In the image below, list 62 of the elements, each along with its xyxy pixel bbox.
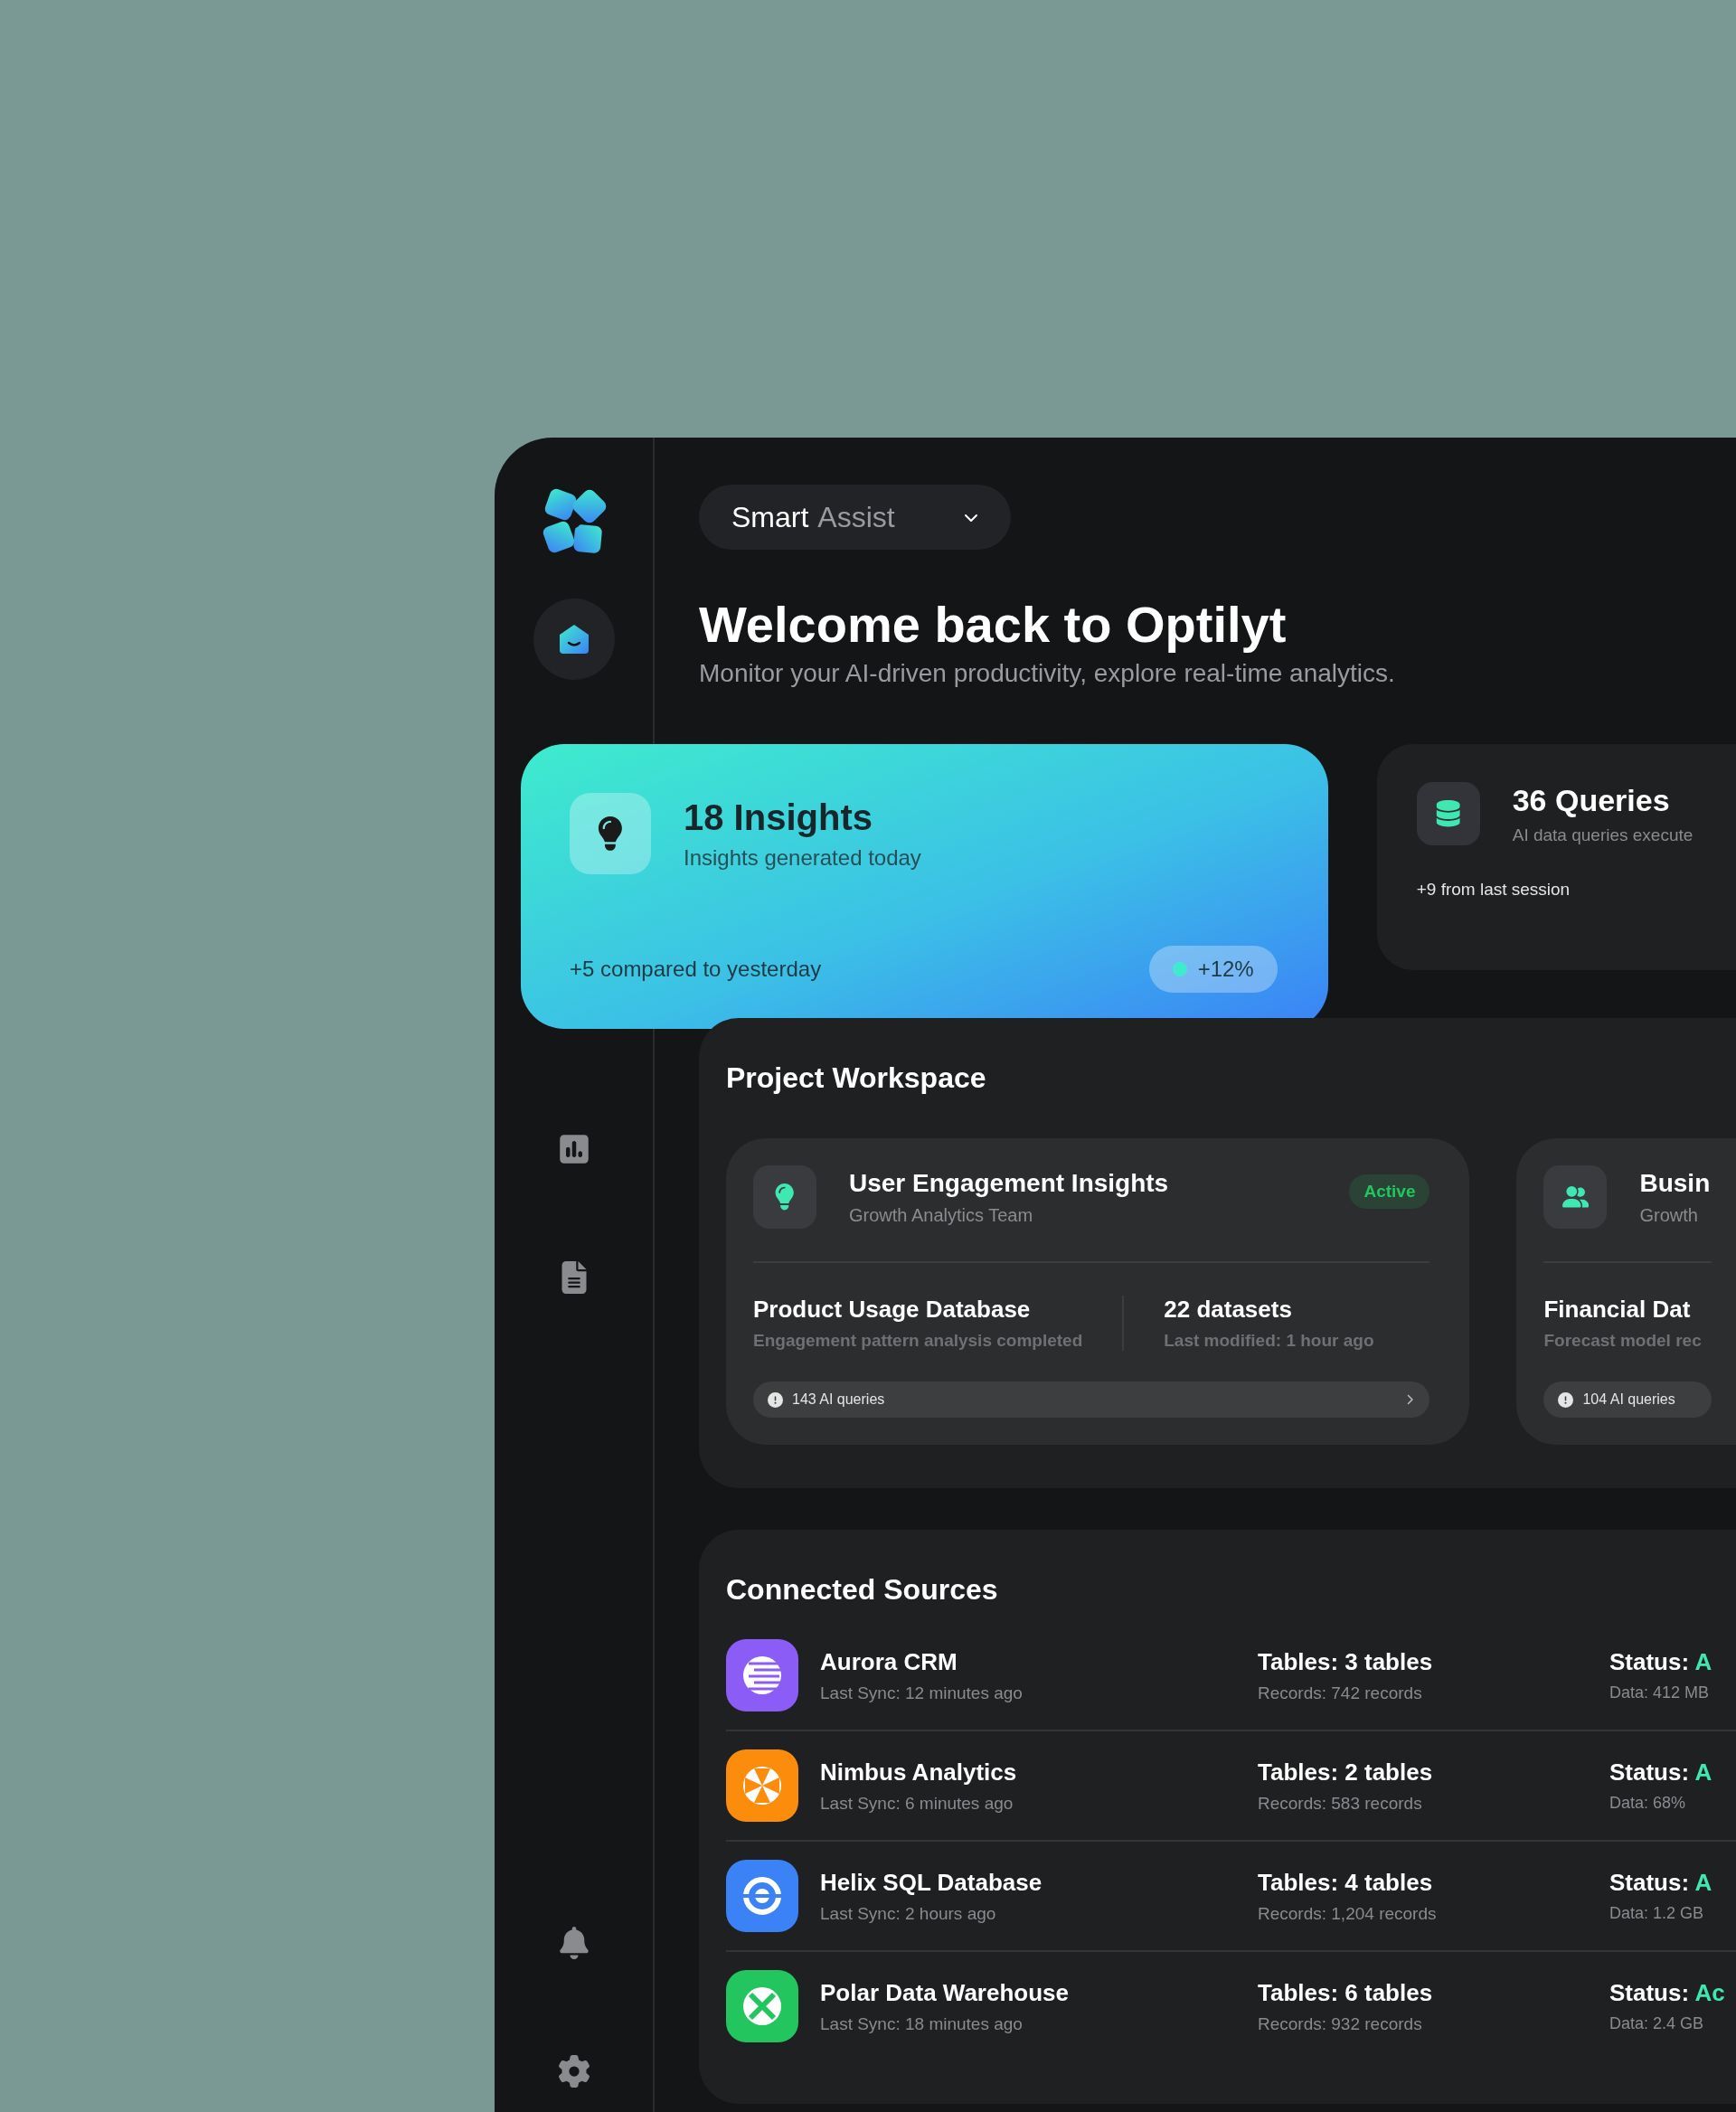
assistant-dropdown[interactable]: Smart Assist <box>699 485 1011 550</box>
info-icon <box>1558 1391 1574 1408</box>
data-size: Data: 68% <box>1609 1794 1687 1813</box>
stat-title: 18 Insights <box>684 797 873 838</box>
source-note: Forecast model rec <box>1543 1331 1702 1351</box>
source-name: Nimbus Analytics <box>820 1758 1018 1787</box>
status-text: Status: Ac <box>1609 1979 1726 2007</box>
sync-time: Last Sync: 6 minutes ago <box>820 1793 1014 1814</box>
bell-icon <box>557 1927 590 1959</box>
page-title: Welcome back to Optilyt <box>699 595 1288 654</box>
info-icon <box>768 1391 783 1408</box>
project-team: Growth Analytics Team <box>849 1204 1034 1226</box>
sync-time: Last Sync: 18 minutes ago <box>820 2013 1024 2034</box>
stat-title: 36 Queries <box>1512 782 1671 818</box>
source-name: Polar Data Warehouse <box>820 1978 1070 2007</box>
status-badge: Active <box>1349 1174 1430 1209</box>
section-title: Project Workspace <box>726 1061 987 1095</box>
record-count: Records: 932 records <box>1258 2013 1423 2034</box>
project-card[interactable]: Busin Growth Financial Dat Forecast model rec 104 AI queries <box>1516 1138 1736 1445</box>
page-subtitle: Monitor your AI-driven productivity, explore real-time analytics. <box>699 659 1396 688</box>
queries-bar[interactable]: 143 AI queries <box>753 1381 1430 1418</box>
stat-note: +9 from last session <box>1416 880 1571 900</box>
project-title: Busin <box>1639 1168 1711 1198</box>
record-count: Records: 583 records <box>1258 1793 1423 1814</box>
stat-subtitle: AI data queries execute <box>1512 825 1694 845</box>
table-count: Tables: 2 tables <box>1258 1758 1434 1787</box>
dataset-count: 22 datasets <box>1164 1296 1293 1324</box>
section-title: Connected Sources <box>726 1573 999 1607</box>
source-name: Product Usage Database <box>753 1296 1032 1324</box>
sync-time: Last Sync: 2 hours ago <box>820 1903 997 1924</box>
project-team: Growth <box>1639 1204 1699 1226</box>
settings-icon <box>557 2055 590 2088</box>
x-circle-icon <box>741 1985 783 2027</box>
home-icon <box>557 623 590 655</box>
table-count: Tables: 6 tables <box>1258 1978 1434 2007</box>
source-name: Aurora CRM <box>820 1647 958 1676</box>
project-title: User Engagement Insights <box>849 1168 1169 1198</box>
record-count: Records: 742 records <box>1258 1683 1423 1703</box>
change-badge: +12% <box>1148 946 1278 993</box>
stat-subtitle: Insights generated today <box>684 844 921 871</box>
status-text: Status: A <box>1609 1648 1713 1676</box>
ring-icon <box>741 1875 783 1917</box>
sync-time: Last Sync: 12 minutes ago <box>820 1683 1024 1703</box>
status-text: Status: A <box>1609 1758 1713 1787</box>
source-name: Financial Dat <box>1543 1296 1692 1324</box>
data-size: Data: 2.4 GB <box>1609 2014 1705 2033</box>
modified-time: Last modified: 1 hour ago <box>1164 1331 1374 1351</box>
striped-circle-icon <box>741 1655 783 1696</box>
database-icon <box>1435 800 1462 827</box>
bar-chart-icon <box>557 1133 590 1165</box>
table-count: Tables: 4 tables <box>1258 1868 1434 1897</box>
queries-bar[interactable]: 104 AI queries <box>1543 1381 1712 1418</box>
cross-circle-icon <box>741 1765 783 1806</box>
stat-note: +5 compared to yesterday <box>570 957 822 982</box>
table-count: Tables: 3 tables <box>1258 1647 1434 1676</box>
data-size: Data: 412 MB <box>1609 1683 1711 1702</box>
project-card[interactable]: User Engagement Insights Growth Analytics Team Active Product Usage Database Engagement pattern analysis completed 22 datasets Last modified: 1 hour ago 143 AI queries <box>726 1138 1470 1445</box>
record-count: Records: 1,204 records <box>1258 1903 1438 1924</box>
source-name: Helix SQL Database <box>820 1868 1043 1897</box>
data-size: Data: 1.2 GB <box>1609 1904 1705 1923</box>
source-note: Engagement pattern analysis completed <box>753 1331 1083 1351</box>
status-text: Status: A <box>1609 1869 1713 1897</box>
